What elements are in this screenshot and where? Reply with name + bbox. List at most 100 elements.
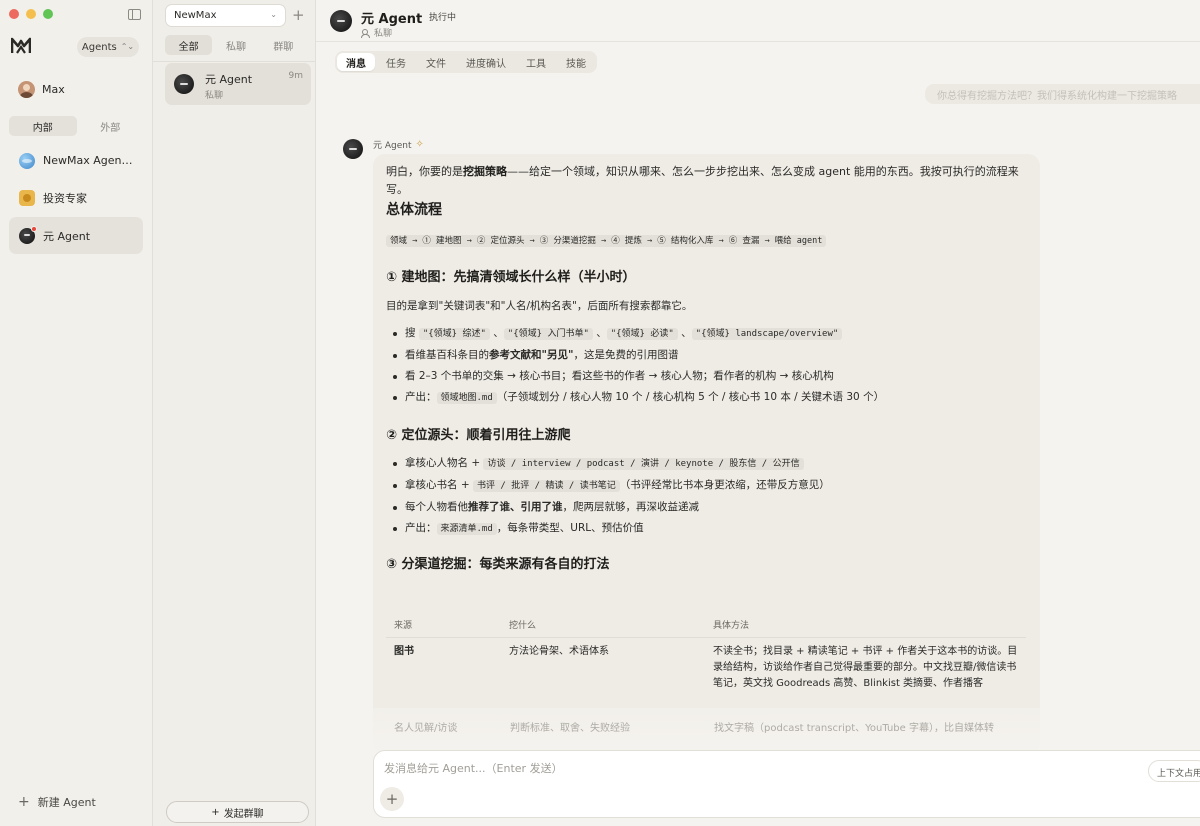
text: 、 — [489, 327, 504, 339]
sources-table: 来源 挖什么 具体方法 图书 方法论骨架、术语体系 不读全书；找目录 + 精读笔… — [386, 612, 1026, 692]
text: 拿核心人物名 + — [405, 457, 484, 469]
sidebar-item-label: NewMax Agent ... — [43, 154, 135, 167]
tab-messages[interactable]: 消息 — [337, 53, 375, 71]
sender-name: 元 Agent — [373, 141, 412, 151]
tab-tools[interactable]: 工具 — [517, 53, 555, 71]
add-workspace-icon[interactable]: + — [292, 6, 305, 24]
chevron-down-icon: ⌄ — [270, 10, 277, 19]
agent-orb-icon — [19, 225, 37, 244]
user-name: Max — [42, 83, 65, 96]
text: 拿核心书名 + — [405, 479, 473, 491]
agent-orb-icon — [174, 74, 194, 94]
tab-skills[interactable]: 技能 — [557, 53, 595, 71]
intro-text: 明白，你要的是 — [386, 165, 463, 178]
inline-code: "{领域} 必读" — [606, 328, 678, 340]
table-cell: 图书 — [394, 646, 414, 657]
inline-code: "{领域} 综述" — [418, 328, 490, 340]
column-header-what: 挖什么 — [509, 621, 537, 631]
list-item: 产出： 来源清单.md ，每条带类型、URL、预估价值 — [386, 518, 830, 540]
filter-tab-private[interactable]: 私聊 — [212, 35, 259, 55]
divider — [153, 61, 315, 62]
text: ，每条带类型、URL、预估价值 — [496, 522, 644, 534]
status-badge: 执行中 — [429, 13, 457, 23]
list-item: 看 2–3 个书单的交集 → 核心书目；看这些书的作者 → 核心人物；看作者的机… — [386, 366, 884, 387]
list-item: 搜 "{领域} 综述" 、 "{领域} 入门书单" 、 "{领域} 必读" 、 "{领… — [386, 323, 884, 345]
table-row: 图书 方法论骨架、术语体系 不读全书；找目录 + 精读笔记 + 书评 + 作者关… — [386, 638, 1026, 692]
agents-dropdown-label: Agents — [81, 41, 117, 53]
plus-icon: + — [18, 794, 30, 810]
agent-orb-icon — [330, 10, 352, 32]
window-controls — [9, 9, 53, 19]
filter-tab-all[interactable]: 全部 — [165, 35, 213, 55]
text: ，这是免费的引用图谱 — [573, 349, 679, 361]
conversation-type: 私聊 — [205, 91, 224, 101]
sidebar-item-label: 元 Agent — [43, 229, 91, 243]
table-cell: 方法论骨架、术语体系 — [509, 646, 609, 657]
chat-type: 私聊 — [361, 26, 392, 39]
bold-text: 参考文献和"另见" — [489, 349, 574, 361]
flow-code: 领域 → ① 建地图 → ② 定位源头 → ③ 分渠道挖掘 → ④ 提炼 → ⑤… — [386, 235, 827, 247]
filter-tab-group[interactable]: 群聊 — [260, 35, 307, 55]
text: 产出： — [405, 522, 437, 534]
people-icon — [361, 28, 371, 38]
heading-overall-flow: 总体流程 — [386, 202, 442, 218]
workspace-select[interactable]: NewMax ⌄ — [165, 4, 286, 27]
chat-tabs: 消息 任务 文件 进度确认 工具 技能 — [335, 51, 597, 73]
scope-external-tab[interactable]: 外部 — [77, 116, 145, 136]
conversation-item[interactable]: 元 Agent 私聊 9m — [165, 63, 311, 105]
current-user[interactable]: Max — [18, 81, 65, 98]
table-cell: 判断标准、取舍、失败经验 — [510, 723, 630, 734]
attach-plus-button[interactable]: + — [380, 787, 404, 811]
intro-bold: 挖掘策略 — [463, 165, 507, 178]
agent-message-bubble: 明白，你要的是挖掘策略——给定一个领域，知识从哪来、怎么一步步挖出来、怎么变成 … — [373, 154, 1040, 754]
context-usage-badge[interactable]: 上下文占用 — [1148, 760, 1200, 782]
app-logo-icon — [11, 37, 31, 54]
minimize-window-button[interactable] — [26, 9, 36, 19]
workspace-select-value: NewMax — [174, 10, 217, 21]
inline-code: 领域地图.md — [436, 392, 497, 404]
sidebar-item-newmax-agent[interactable]: NewMax Agent ... — [9, 142, 143, 179]
text: 、 — [592, 327, 607, 339]
agents-dropdown[interactable]: Agents ⌃⌄ — [77, 37, 139, 57]
heading-step-3: ③ 分渠道挖掘：每类来源有各自的打法 — [386, 557, 610, 572]
new-agent-label: 新建 Agent — [37, 796, 96, 809]
scope-internal-tab[interactable]: 内部 — [9, 116, 77, 136]
conversation-time: 9m — [288, 71, 304, 81]
updown-chevron-icon: ⌃⌄ — [120, 42, 135, 51]
list-item: 拿核心书名 + 书评 / 批评 / 精读 / 读书笔记 （书评经常比书本身更浓缩，… — [386, 475, 830, 497]
sidebar-item-investment-expert[interactable]: 投资专家 — [9, 179, 143, 216]
sidebar-toggle-icon[interactable] — [128, 9, 141, 20]
column-header-source: 来源 — [394, 621, 413, 631]
new-agent-button[interactable]: + 新建 Agent — [18, 794, 96, 810]
text: ，爬两层就够，再深收益递减 — [562, 501, 700, 513]
text: 每个人物看他 — [405, 501, 468, 513]
sidebar-item-yuan-agent[interactable]: 元 Agent — [9, 217, 143, 254]
table-cell: 找文字稿（podcast transcript、YouTube 字幕），比自媒体… — [714, 723, 994, 734]
inline-code: 来源清单.md — [436, 523, 497, 535]
heading-step-2: ② 定位源头：顺着引用往上游爬 — [386, 428, 571, 443]
table-cell: 不读全书；找目录 + 精读笔记 + 书评 + 作者关于这本书的访谈。目录给结构，… — [713, 646, 1018, 689]
chat-title: 元 Agent — [361, 12, 423, 27]
tab-tasks[interactable]: 任务 — [377, 53, 415, 71]
inline-code: "{领域} 入门书单" — [503, 328, 593, 340]
sparkle-icon: ✧ — [415, 139, 424, 150]
user-avatar — [18, 81, 35, 98]
table-row: 名人见解/访谈 判断标准、取舍、失败经验 找文字稿（podcast transc… — [386, 719, 1026, 734]
money-bag-icon — [19, 189, 35, 206]
tab-progress[interactable]: 进度确认 — [457, 53, 515, 71]
zoom-window-button[interactable] — [43, 9, 53, 19]
tab-files[interactable]: 文件 — [417, 53, 455, 71]
inline-code: "{领域} landscape/overview" — [691, 328, 843, 340]
start-group-chat-button[interactable]: + 发起群聊 — [166, 801, 309, 823]
agent-orb-icon — [343, 139, 363, 159]
message-composer[interactable]: 发消息给元 Agent...（Enter 发送） + — [373, 750, 1200, 818]
close-window-button[interactable] — [9, 9, 19, 19]
previous-user-message: 你总得有挖掘方法吧？我们得系统化构建一下挖掘策略 — [925, 84, 1200, 104]
conversation-title: 元 Agent — [205, 73, 253, 86]
message-input[interactable]: 发消息给元 Agent...（Enter 发送） — [384, 760, 563, 776]
table-cell: 名人见解/访谈 — [394, 723, 458, 734]
agent-sidebar: Agents ⌃⌄ Max 内部 外部 NewMax Agent ... 投资专… — [0, 0, 153, 826]
conversation-filter-tabs: 全部 私聊 群聊 — [165, 35, 307, 55]
globe-icon — [19, 152, 35, 169]
heading-step-1: ① 建地图：先搞清领域长什么样（半小时） — [386, 270, 636, 285]
